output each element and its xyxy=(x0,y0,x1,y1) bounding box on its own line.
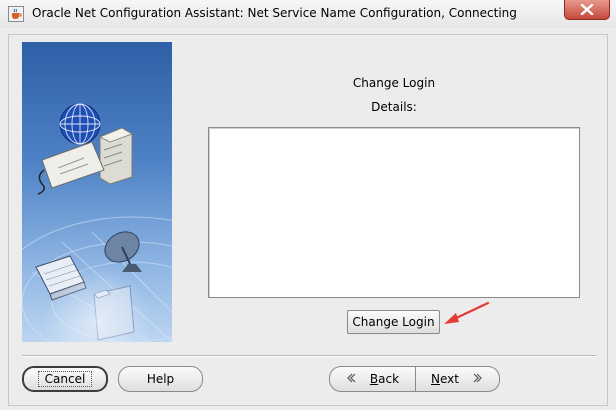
cancel-label: Cancel xyxy=(37,371,93,387)
help-button[interactable]: Help xyxy=(118,366,203,392)
tag-icon xyxy=(37,141,105,195)
window-title: Oracle Net Configuration Assistant: Net … xyxy=(32,6,517,20)
chevron-left-icon xyxy=(346,372,356,386)
wizard-side-image xyxy=(22,42,172,342)
java-cup-icon xyxy=(8,6,24,22)
satellite-dish-icon xyxy=(104,231,142,272)
page-title: Change Login xyxy=(352,76,436,90)
next-label: Next xyxy=(431,372,459,386)
close-icon xyxy=(580,4,594,15)
change-login-button[interactable]: Change Login xyxy=(347,310,440,334)
details-label: Details: xyxy=(371,100,417,114)
globe-icon xyxy=(59,103,101,145)
button-bar-separator xyxy=(22,355,596,357)
navigation-buttons: Back Next xyxy=(329,366,500,392)
chevron-right-icon xyxy=(473,372,483,386)
dialog-body: Change Login Details: Change Login Cance… xyxy=(0,28,616,410)
back-label: Back xyxy=(369,372,400,386)
cancel-button[interactable]: Cancel xyxy=(22,366,108,392)
next-button[interactable]: Next xyxy=(415,367,499,391)
annotation-arrow-icon xyxy=(444,301,490,324)
close-button[interactable] xyxy=(564,0,610,20)
details-text-area[interactable] xyxy=(208,127,580,298)
title-bar: Oracle Net Configuration Assistant: Net … xyxy=(0,0,616,29)
back-button[interactable]: Back xyxy=(330,367,416,391)
server-icon xyxy=(99,127,133,185)
